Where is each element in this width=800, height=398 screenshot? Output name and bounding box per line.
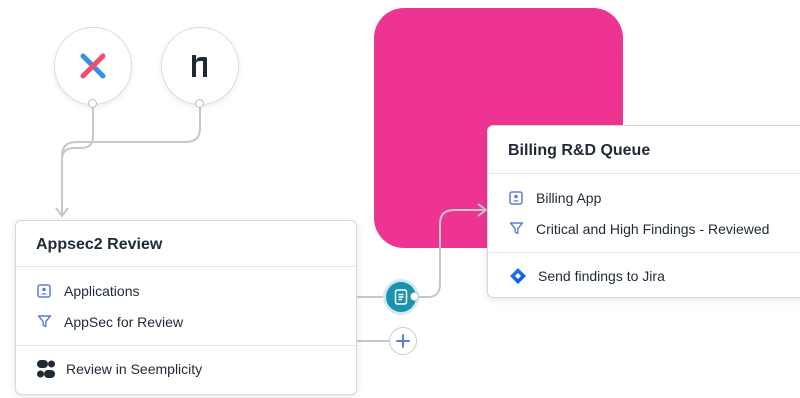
document-node-port[interactable] (410, 292, 419, 301)
plus-icon (396, 334, 410, 348)
billing-scope-row[interactable]: Billing App (488, 182, 800, 213)
billing-queue-card[interactable]: Billing R&D Queue Billing App Critical a… (487, 125, 800, 298)
appsec-card-title: Appsec2 Review (16, 221, 356, 267)
source-node-h1[interactable] (161, 27, 239, 105)
scope-icon (36, 283, 52, 299)
billing-card-conditions: Billing App Critical and High Findings -… (488, 174, 800, 253)
source-x-port[interactable] (88, 99, 97, 108)
appsec-review-card[interactable]: Appsec2 Review Applications AppSec for R… (15, 220, 357, 395)
appsec-filter-label: AppSec for Review (64, 313, 184, 330)
filter-icon (508, 221, 524, 237)
billing-filter-label: Critical and High Findings - Reviewed (536, 220, 770, 237)
jira-icon (508, 266, 528, 286)
appsec-action-row[interactable]: Review in Seemplicity (16, 346, 356, 392)
connector-x-to-appsec (61, 103, 94, 214)
scope-icon (508, 190, 524, 206)
h1-source-icon (192, 55, 207, 77)
source-node-x[interactable] (54, 27, 132, 105)
billing-card-title: Billing R&D Queue (488, 126, 800, 174)
billing-action-label: Send findings to Jira (538, 268, 665, 284)
add-step-button[interactable] (389, 327, 417, 355)
billing-scope-label: Billing App (536, 189, 602, 206)
appsec-scope-row[interactable]: Applications (16, 275, 356, 306)
seemplicity-icon (36, 359, 56, 379)
arrow-into-appsec (55, 207, 69, 218)
billing-filter-row[interactable]: Critical and High Findings - Reviewed (488, 213, 800, 244)
appsec-action-label: Review in Seemplicity (66, 361, 203, 377)
connector-h-to-appsec (61, 103, 201, 157)
x-source-icon (80, 53, 106, 79)
filter-icon (36, 314, 52, 330)
appsec-filter-row[interactable]: AppSec for Review (16, 306, 356, 337)
appsec-scope-label: Applications (64, 282, 140, 299)
billing-action-row[interactable]: Send findings to Jira (488, 253, 800, 299)
document-icon (394, 289, 408, 305)
appsec-card-conditions: Applications AppSec for Review (16, 267, 356, 346)
source-h1-port[interactable] (195, 99, 204, 108)
